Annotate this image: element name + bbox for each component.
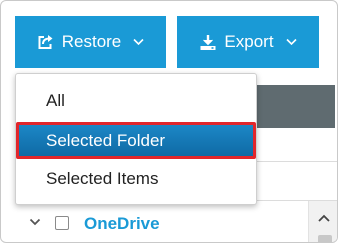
chevron-down-icon xyxy=(133,38,144,46)
restore-dropdown-menu: All Selected Folder Selected Items xyxy=(15,73,257,205)
download-icon xyxy=(199,34,217,51)
export-label: Export xyxy=(224,32,274,51)
chevron-down-icon[interactable] xyxy=(29,217,41,227)
export-button[interactable]: Export xyxy=(177,16,319,68)
restore-button[interactable]: Restore xyxy=(15,16,166,68)
menu-item-selected-items[interactable]: Selected Items xyxy=(16,160,256,198)
share-arrow-icon xyxy=(37,34,55,50)
menu-item-label: All xyxy=(46,91,65,110)
app-frame: OneDrive Restore Export All Selected Fol… xyxy=(0,0,338,243)
menu-item-label: Selected Folder xyxy=(46,130,166,150)
restore-label: Restore xyxy=(61,32,122,51)
menu-item-selected-folder[interactable]: Selected Folder xyxy=(16,122,256,159)
tree-row-onedrive[interactable]: OneDrive xyxy=(15,201,335,242)
menu-item-all[interactable]: All xyxy=(16,82,256,120)
tree-checkbox[interactable] xyxy=(55,216,69,230)
scrollbar-thumb[interactable] xyxy=(318,235,332,242)
chevron-down-icon xyxy=(285,38,297,46)
menu-item-label: Selected Items xyxy=(46,169,159,188)
tree-label[interactable]: OneDrive xyxy=(84,214,160,234)
scrollbar[interactable] xyxy=(308,201,337,242)
chevron-up-icon[interactable] xyxy=(317,213,331,223)
